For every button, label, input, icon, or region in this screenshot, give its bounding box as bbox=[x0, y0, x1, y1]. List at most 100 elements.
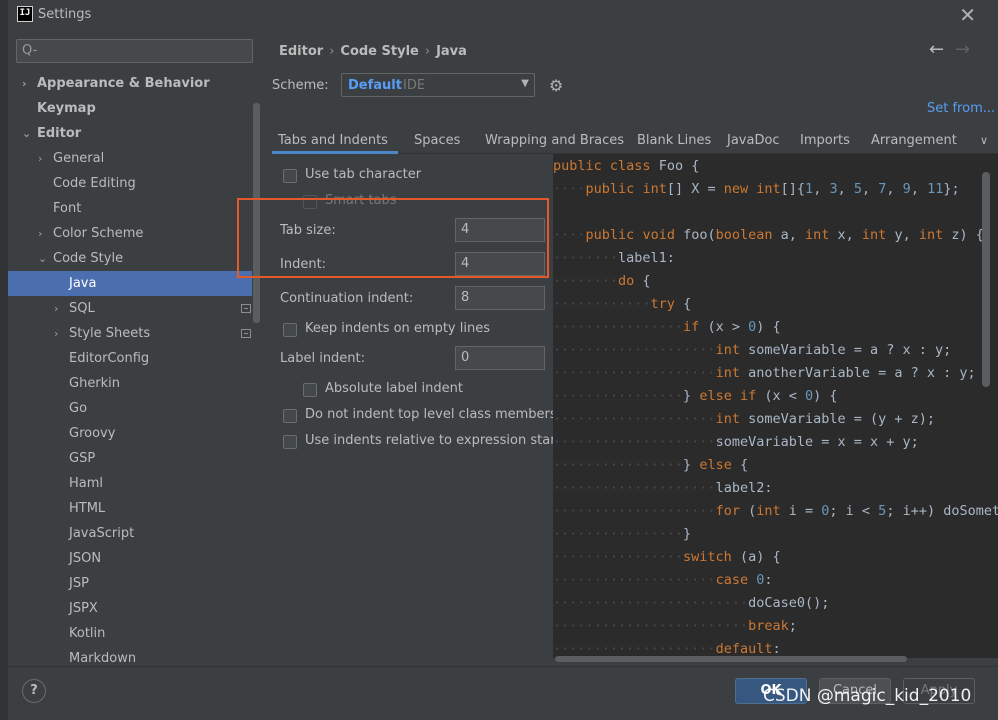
sidebar-item-label: Go bbox=[69, 401, 88, 416]
tab-tabs-and-indents[interactable]: Tabs and Indents bbox=[278, 133, 388, 148]
code-line: ····················label2: bbox=[553, 480, 773, 496]
sidebar-item-label: JSP bbox=[69, 576, 89, 591]
sidebar-item-label: HTML bbox=[69, 501, 106, 516]
sidebar-item-label: JSON bbox=[69, 551, 102, 566]
chevron-right-icon[interactable]: › bbox=[38, 146, 42, 171]
forward-arrow-icon[interactable]: → bbox=[955, 39, 970, 60]
sidebar-item-json[interactable]: JSON bbox=[8, 546, 252, 571]
checkbox-box bbox=[303, 383, 317, 397]
sidebar-item-label: EditorConfig bbox=[69, 351, 150, 366]
gear-icon[interactable]: ⚙ bbox=[549, 76, 563, 95]
annotation-highlight-box bbox=[237, 198, 549, 278]
sidebar-item-sql[interactable]: › SQL bbox=[8, 296, 252, 321]
tab-imports[interactable]: Imports bbox=[800, 133, 850, 148]
sidebar-item-label: JSPX bbox=[69, 601, 98, 616]
code-line: ········do { bbox=[553, 273, 651, 289]
sidebar-item-gsp[interactable]: GSP bbox=[8, 446, 252, 471]
sidebar-item-label: Java bbox=[69, 276, 97, 291]
tabs-bar: Tabs and Indents Spaces Wrapping and Bra… bbox=[272, 126, 998, 154]
code-line: ····public int[] X = new int[]{1, 3, 5, … bbox=[553, 181, 960, 197]
tab-arrangement[interactable]: Arrangement bbox=[871, 133, 957, 148]
sidebar-item-label: Markdown bbox=[69, 651, 137, 666]
tabs-overflow-chevron-icon[interactable]: ∨ bbox=[980, 134, 988, 147]
sidebar-item-kotlin[interactable]: Kotlin bbox=[8, 621, 252, 646]
collapse-marker-icon bbox=[241, 329, 251, 338]
help-button[interactable]: ? bbox=[22, 679, 46, 703]
checkbox-label: Absolute label indent bbox=[325, 381, 463, 396]
chevron-down-icon[interactable]: ⌄ bbox=[38, 246, 47, 271]
sidebar-item-editorconfig[interactable]: EditorConfig bbox=[8, 346, 252, 371]
sidebar-item-label: General bbox=[53, 151, 105, 166]
code-line: ····················for (int i = 0; i < … bbox=[553, 503, 998, 519]
code-line: ····················someVariable = x = x… bbox=[553, 434, 919, 450]
scheme-name: Default bbox=[348, 78, 402, 93]
code-preview: public class Foo { ····public int[] X = n… bbox=[553, 154, 998, 658]
settings-search-input[interactable]: Q- bbox=[16, 39, 253, 63]
sidebar-item-style-sheets[interactable]: › Style Sheets bbox=[8, 321, 252, 346]
sidebar-item-label: Appearance & Behavior bbox=[37, 76, 210, 91]
back-arrow-icon[interactable]: ← bbox=[929, 39, 944, 60]
scheme-dropdown[interactable]: Default IDE ▼ bbox=[341, 73, 535, 97]
chevron-right-icon[interactable]: › bbox=[54, 321, 58, 346]
code-line: ················switch (a) { bbox=[553, 549, 781, 565]
sidebar-item-jspx[interactable]: JSPX bbox=[8, 596, 252, 621]
sidebar-item-font[interactable]: Font bbox=[8, 196, 252, 221]
sidebar-item-gherkin[interactable]: Gherkin bbox=[8, 371, 252, 396]
tab-spaces[interactable]: Spaces bbox=[414, 133, 460, 148]
sidebar-item-go[interactable]: Go bbox=[8, 396, 252, 421]
checkbox-box bbox=[283, 435, 297, 449]
sidebar-item-appearance-behavior[interactable]: › Appearance & Behavior bbox=[8, 71, 252, 96]
code-line: ················if (x > 0) { bbox=[553, 319, 781, 335]
set-from-link[interactable]: Set from... bbox=[927, 101, 995, 116]
close-icon[interactable]: ✕ bbox=[959, 3, 976, 27]
tab-wrapping-and-braces[interactable]: Wrapping and Braces bbox=[485, 133, 624, 148]
sidebar-item-jsp[interactable]: JSP bbox=[8, 571, 252, 596]
sidebar-item-label: Groovy bbox=[69, 426, 116, 441]
sidebar-item-label: Haml bbox=[69, 476, 104, 491]
sidebar-item-code-editing[interactable]: Code Editing bbox=[8, 171, 252, 196]
sidebar-item-javascript[interactable]: JavaScript bbox=[8, 521, 252, 546]
code-line: ····················int someVariable = a… bbox=[553, 342, 952, 358]
intellij-app-icon: IJ bbox=[17, 6, 33, 22]
checkbox-box bbox=[283, 323, 297, 337]
code-line: public class Foo { bbox=[553, 158, 700, 174]
code-preview-vertical-scrollbar[interactable] bbox=[982, 172, 990, 387]
sidebar-item-html[interactable]: HTML bbox=[8, 496, 252, 521]
sidebar-item-groovy[interactable]: Groovy bbox=[8, 421, 252, 446]
sidebar-item-label: Color Scheme bbox=[53, 226, 144, 241]
chevron-right-icon[interactable]: › bbox=[22, 71, 27, 96]
label-indent-label: Label indent: bbox=[280, 351, 366, 366]
sidebar-item-java[interactable]: Java bbox=[8, 271, 252, 296]
sidebar-item-label: Editor bbox=[37, 126, 82, 141]
tab-blank-lines[interactable]: Blank Lines bbox=[637, 133, 711, 148]
chevron-down-icon[interactable]: ⌄ bbox=[22, 121, 31, 146]
sidebar-item-general[interactable]: › General bbox=[8, 146, 252, 171]
code-line: ····public void foo(boolean a, int x, in… bbox=[553, 227, 984, 243]
sidebar-item-label: JavaScript bbox=[69, 526, 135, 541]
breadcrumb-java: Java bbox=[436, 44, 467, 59]
sidebar-item-markdown[interactable]: Markdown bbox=[8, 646, 252, 666]
code-line: ············try { bbox=[553, 296, 692, 312]
sidebar-item-label: Kotlin bbox=[69, 626, 106, 641]
code-preview-horizontal-scrollbar[interactable] bbox=[555, 656, 907, 662]
label-indent-input[interactable]: 0 bbox=[455, 346, 545, 370]
breadcrumb-separator: › bbox=[329, 44, 335, 59]
continuation-indent-input[interactable]: 8 bbox=[455, 286, 545, 310]
code-line: ····················int someVariable = (… bbox=[553, 411, 936, 427]
chevron-right-icon[interactable]: › bbox=[54, 296, 58, 321]
code-line: ························break; bbox=[553, 618, 797, 634]
watermark: CSDN @magic_kid_2010 bbox=[763, 686, 972, 706]
sidebar-item-code-style[interactable]: ⌄ Code Style bbox=[8, 246, 252, 271]
sidebar-item-editor[interactable]: ⌄ Editor bbox=[8, 121, 252, 146]
code-line: ········label1: bbox=[553, 250, 675, 266]
continuation-indent-label: Continuation indent: bbox=[280, 291, 414, 306]
sidebar-item-haml[interactable]: Haml bbox=[8, 471, 252, 496]
sidebar-item-label: Code Style bbox=[53, 251, 124, 266]
tab-javadoc[interactable]: JavaDoc bbox=[727, 133, 780, 148]
sidebar-item-keymap[interactable]: Keymap bbox=[8, 96, 252, 121]
chevron-right-icon[interactable]: › bbox=[38, 221, 42, 246]
window-title: Settings bbox=[38, 7, 92, 22]
sidebar-item-label: Gherkin bbox=[69, 376, 121, 391]
settings-sidebar: Q- › Appearance & Behavior Keymap ⌄ Editor › G… bbox=[8, 30, 262, 666]
sidebar-item-color-scheme[interactable]: › Color Scheme bbox=[8, 221, 252, 246]
